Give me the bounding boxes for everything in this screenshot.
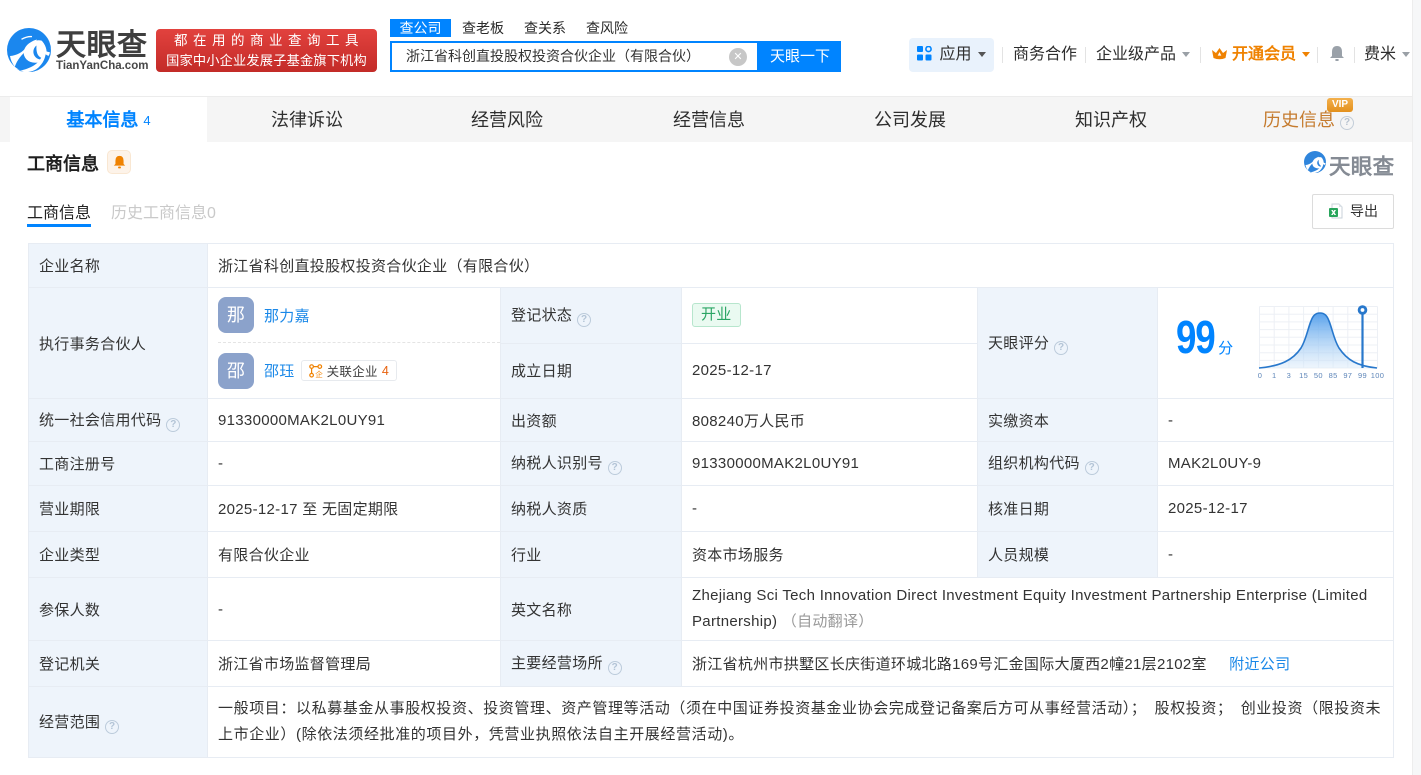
- svg-text:0: 0: [1258, 371, 1262, 380]
- svg-text:企: 企: [315, 369, 323, 378]
- svg-text:97: 97: [1344, 371, 1353, 380]
- svg-text:50: 50: [1314, 371, 1323, 380]
- svg-text:3: 3: [1287, 371, 1291, 380]
- svg-text:15: 15: [1300, 371, 1309, 380]
- svg-text:99: 99: [1359, 371, 1368, 380]
- svg-text:85: 85: [1329, 371, 1338, 380]
- svg-text:1: 1: [1272, 371, 1276, 380]
- svg-text:100: 100: [1371, 371, 1384, 380]
